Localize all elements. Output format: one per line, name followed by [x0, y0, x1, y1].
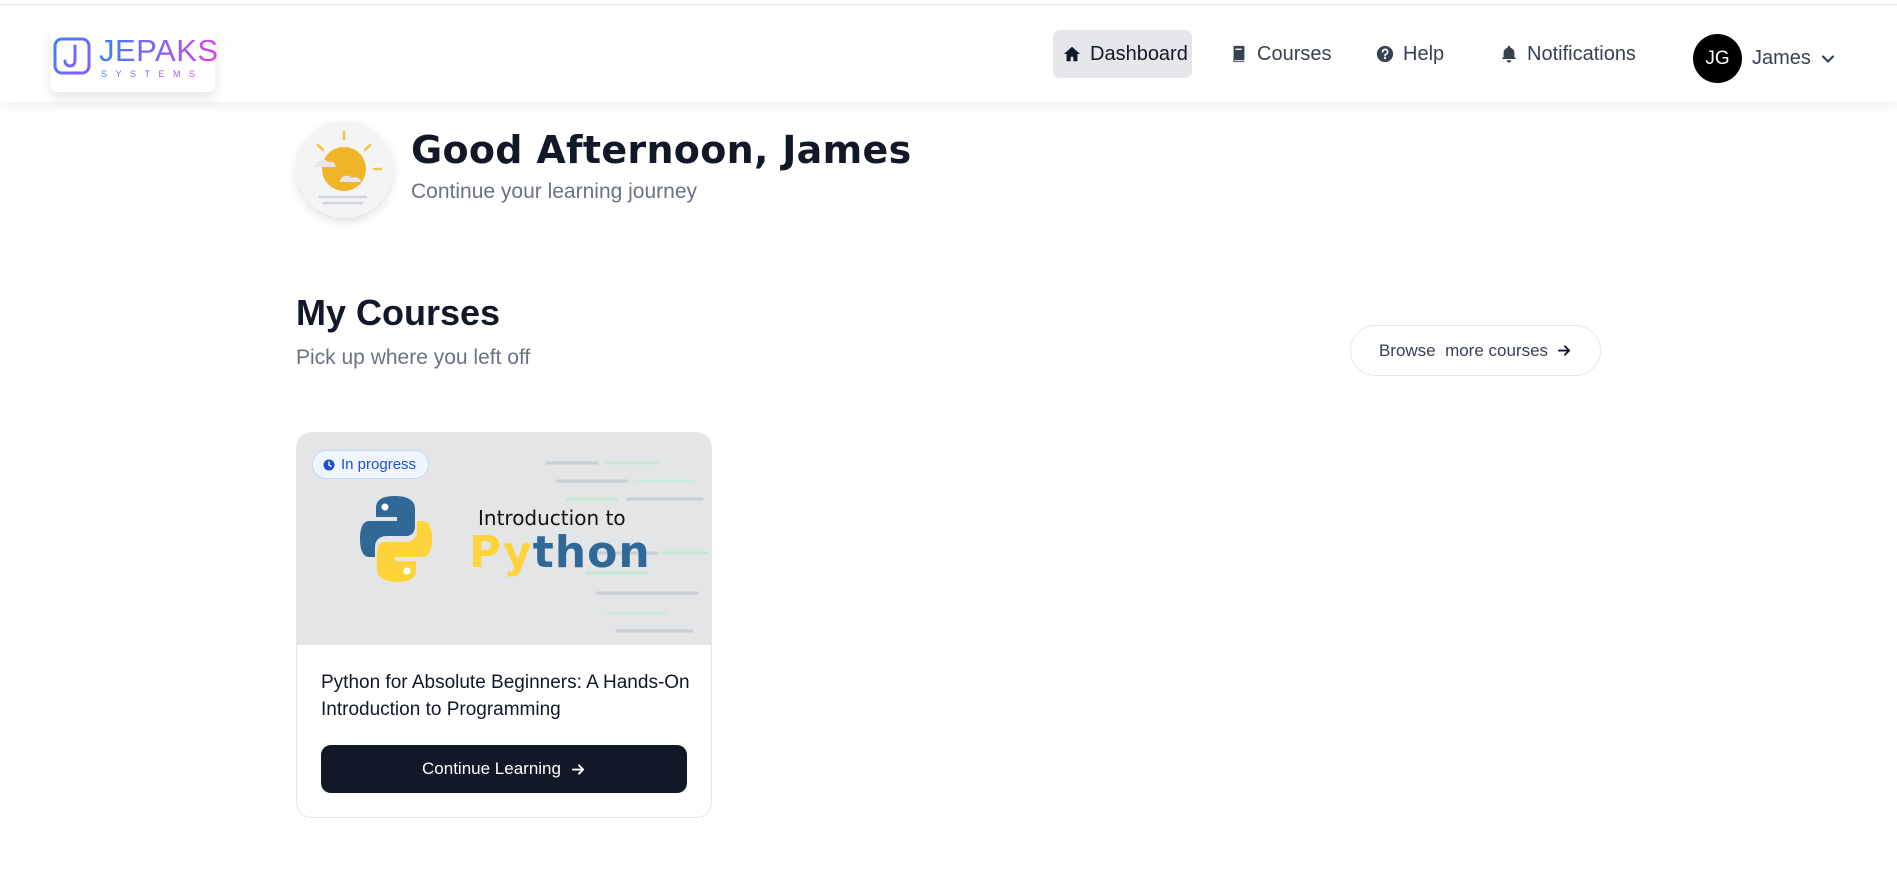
status-badge: In progress [312, 450, 430, 479]
thumbnail-python-wordmark: Python [469, 527, 651, 579]
continue-button-label: Continue Learning [422, 759, 561, 778]
greeting-title: Good Afternoon, James [411, 128, 912, 172]
continue-learning-button[interactable]: Continue Learning [321, 745, 687, 793]
greeting-avatar [296, 121, 393, 218]
brand-logo[interactable]: JEPAKS SYSTEMS [51, 27, 218, 92]
arrow-right-icon [1558, 345, 1571, 356]
browse-more-courses-button[interactable]: Browse more courses [1350, 325, 1601, 376]
nav-notifications[interactable]: Notifications [1500, 30, 1636, 78]
section-subtitle: Pick up where you left off [296, 346, 531, 369]
user-avatar[interactable]: JG [1693, 34, 1742, 83]
bell-icon [1501, 45, 1517, 63]
user-name: James [1752, 47, 1811, 69]
nav-help-label: Help [1403, 42, 1445, 65]
book-icon [1233, 45, 1245, 63]
top-navbar: JEPAKS SYSTEMS Dashboard Courses Help No… [0, 5, 1897, 102]
greeting-subtitle: Continue your learning journey [411, 180, 698, 203]
status-badge-label: In progress [341, 456, 417, 473]
question-circle-icon [1376, 45, 1394, 63]
thumbnail-word-part-1: Py [469, 527, 533, 578]
sun-cloud-icon [314, 130, 383, 205]
thumbnail-word-part-2: thon [532, 527, 651, 578]
course-thumbnail: In progress Introduction to Python [297, 433, 711, 645]
python-logo-icon [360, 496, 432, 582]
nav-notifications-label: Notifications [1527, 42, 1636, 65]
logo-mark-icon [53, 37, 91, 75]
nav-courses-label: Courses [1257, 42, 1332, 65]
chevron-down-icon [1821, 54, 1835, 63]
course-card[interactable]: In progress Introduction to Python Pytho… [296, 432, 712, 818]
browse-button-label: Browse more courses [1378, 340, 1549, 360]
section-title: My Courses [296, 292, 501, 333]
clock-icon [323, 459, 335, 470]
logo-wordmark: JEPAKS [99, 33, 219, 68]
logo-subtitle: SYSTEMS [101, 69, 204, 79]
nav-courses[interactable]: Courses [1230, 30, 1331, 78]
user-menu[interactable]: James [1752, 34, 1835, 83]
arrow-right-icon [571, 763, 585, 775]
nav-help[interactable]: Help [1376, 30, 1444, 78]
nav-dashboard[interactable]: Dashboard [1053, 30, 1192, 78]
home-icon [1063, 46, 1081, 62]
nav-dashboard-label: Dashboard [1090, 42, 1188, 65]
course-title: Python for Absolute Beginners: A Hands-O… [321, 672, 690, 720]
